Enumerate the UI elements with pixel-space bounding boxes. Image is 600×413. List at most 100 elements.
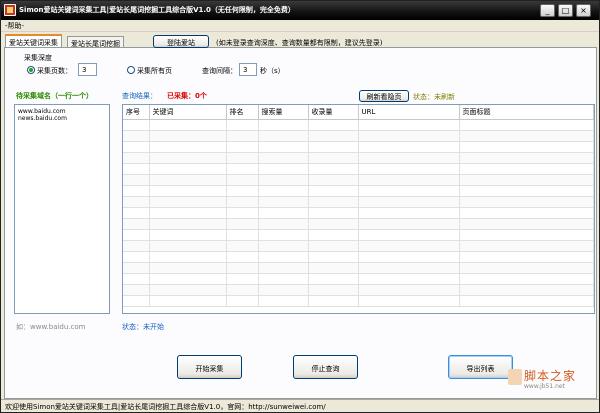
status-bar-text: 欢迎使用Simon爱站关键词采集工具|爱站长尾词挖掘工具综合版V1.0，官网：h… xyxy=(5,403,326,411)
table-cell xyxy=(358,119,460,131)
refresh-button-label: 刷新看隐页 xyxy=(366,93,402,101)
login-aizhan-button[interactable]: 登陆爱站 xyxy=(153,35,209,48)
column-header[interactable]: 页面标题 xyxy=(459,105,594,120)
table-cell xyxy=(358,196,460,208)
title-bar[interactable]: Simon爱站关键词采集工具|爱站长尾词挖掘工具综合版V1.0（无任何限制，完全… xyxy=(1,1,599,20)
table-cell xyxy=(308,284,359,296)
table-cell xyxy=(149,295,227,307)
watermark-icon xyxy=(508,369,522,385)
table-cell xyxy=(123,262,150,274)
column-header[interactable]: 排名 xyxy=(226,105,259,120)
table-row[interactable] xyxy=(123,284,594,296)
table-cell xyxy=(358,251,460,263)
table-cell xyxy=(308,207,359,219)
table-row[interactable] xyxy=(123,218,594,230)
table-cell xyxy=(459,218,594,230)
table-cell xyxy=(149,119,227,131)
table-row[interactable] xyxy=(123,174,594,186)
column-header[interactable]: 搜索量 xyxy=(258,105,309,120)
refresh-status: 状态：未刷新 xyxy=(413,93,455,101)
minimize-button[interactable]: _ xyxy=(540,4,555,17)
table-row[interactable] xyxy=(123,240,594,252)
table-row[interactable] xyxy=(123,295,594,307)
table-cell xyxy=(258,251,309,263)
maximize-button[interactable]: □ xyxy=(558,4,573,17)
table-row[interactable] xyxy=(123,262,594,274)
table-cell xyxy=(123,185,150,197)
results-table[interactable]: 序号 关键词 排名 搜索量 收录量 URL 页面标题 xyxy=(122,104,595,314)
table-row[interactable] xyxy=(123,130,594,142)
table-row[interactable] xyxy=(123,196,594,208)
table-cell xyxy=(258,240,309,252)
table-cell xyxy=(149,152,227,164)
table-cell xyxy=(123,174,150,186)
pages-radio[interactable] xyxy=(27,66,35,74)
table-row[interactable] xyxy=(123,229,594,241)
table-row[interactable] xyxy=(123,163,594,175)
menu-help[interactable]: -帮助- xyxy=(5,21,24,31)
login-hint: (如未登录查询深度、查询数量都有限制，建议先登录) xyxy=(216,39,383,47)
table-row[interactable] xyxy=(123,152,594,164)
table-cell xyxy=(308,251,359,263)
domains-textarea[interactable]: www.baidu.com news.baidu.com xyxy=(14,104,110,314)
table-cell xyxy=(308,152,359,164)
table-cell xyxy=(226,284,259,296)
table-cell xyxy=(308,130,359,142)
table-cell xyxy=(308,196,359,208)
domain-line: www.baidu.com xyxy=(18,108,66,115)
domains-example: 如：www.baidu.com xyxy=(16,323,86,331)
table-cell xyxy=(226,251,259,263)
table-cell xyxy=(308,295,359,307)
table-cell xyxy=(358,229,460,241)
domains-label: 待采集域名（一行一个） xyxy=(16,92,93,100)
table-cell xyxy=(226,207,259,219)
start-button-label: 开始采集 xyxy=(195,365,224,373)
pages-input[interactable]: 3 xyxy=(78,63,97,76)
table-cell xyxy=(149,163,227,175)
table-cell xyxy=(308,185,359,197)
refresh-hidden-button[interactable]: 刷新看隐页 xyxy=(359,90,409,102)
table-cell xyxy=(258,196,309,208)
all-pages-radio[interactable] xyxy=(127,66,135,74)
table-cell xyxy=(258,163,309,175)
table-row[interactable] xyxy=(123,141,594,153)
table-cell xyxy=(459,119,594,131)
table-cell xyxy=(258,152,309,164)
table-cell xyxy=(308,273,359,285)
table-cell xyxy=(459,295,594,307)
table-cell xyxy=(258,273,309,285)
table-row[interactable] xyxy=(123,185,594,197)
table-row[interactable] xyxy=(123,207,594,219)
column-header[interactable]: URL xyxy=(358,105,460,120)
column-header[interactable]: 关键词 xyxy=(149,105,227,120)
table-cell xyxy=(149,284,227,296)
start-collect-button[interactable]: 开始采集 xyxy=(177,355,242,379)
collect-status: 状态：未开始 xyxy=(122,323,164,331)
table-cell xyxy=(459,262,594,274)
column-header[interactable]: 收录量 xyxy=(308,105,359,120)
table-cell xyxy=(123,119,150,131)
close-button[interactable]: × xyxy=(576,4,591,17)
interval-input[interactable]: 3 xyxy=(239,63,257,76)
table-cell xyxy=(226,295,259,307)
table-cell xyxy=(258,207,309,219)
table-cell xyxy=(258,174,309,186)
collected-count: 已采集：0个 xyxy=(167,92,207,100)
login-button-label: 登陆爱站 xyxy=(167,39,195,47)
table-cell xyxy=(123,295,150,307)
tab-keyword-collect[interactable]: 爱站关键词采集 xyxy=(5,34,62,48)
table-row[interactable] xyxy=(123,251,594,263)
table-cell xyxy=(358,152,460,164)
table-row[interactable] xyxy=(123,119,594,131)
table-cell xyxy=(358,295,460,307)
table-cell xyxy=(226,174,259,186)
table-cell xyxy=(308,229,359,241)
column-header[interactable]: 序号 xyxy=(123,105,150,120)
export-list-button[interactable]: 导出列表 xyxy=(448,355,513,379)
stop-query-button[interactable]: 停止查询 xyxy=(293,355,358,379)
table-cell xyxy=(459,196,594,208)
table-cell xyxy=(308,174,359,186)
table-row[interactable] xyxy=(123,273,594,285)
table-cell xyxy=(459,185,594,197)
table-cell xyxy=(459,174,594,186)
